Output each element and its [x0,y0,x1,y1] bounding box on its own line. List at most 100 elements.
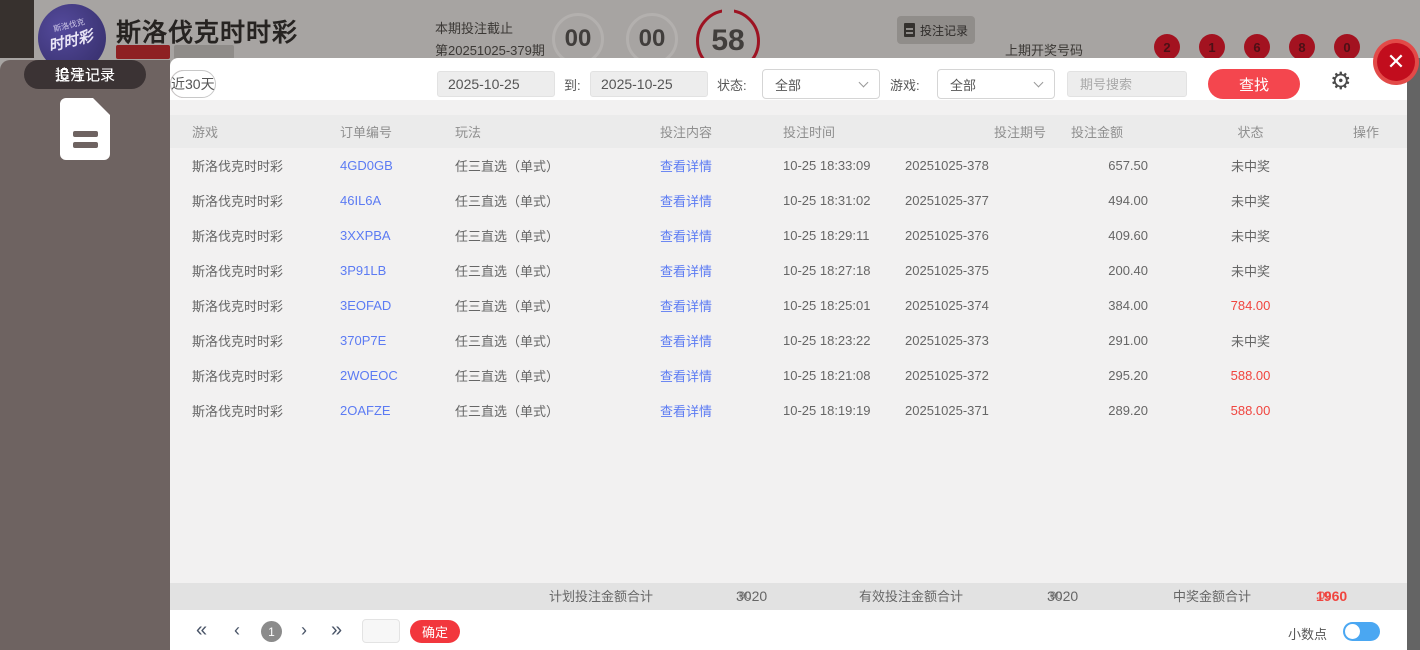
cell-bet-time: 10-25 18:25:01 [783,298,871,313]
cell-bet-time: 10-25 18:23:22 [783,333,871,348]
status-select[interactable]: 全部 [762,69,880,99]
date-to-label: 到: [564,78,581,93]
cell-status: 未中奖 [1230,229,1270,244]
search-button[interactable]: 查找 [1208,69,1300,99]
game-filter-label: 游戏: [890,78,920,93]
table-body: 斯洛伐克时时彩 4GD0GB 任三直选（单式） 查看详情 10-25 18:33… [170,148,1407,428]
bet-deadline-label: 本期投注截止 [435,21,514,36]
table-header-cell: 游戏 [192,125,219,140]
obscured-red-button [116,45,170,59]
view-details-link[interactable]: 查看详情 [660,296,783,315]
next-page-button[interactable]: › [301,619,307,641]
table-header-cell: 投注内容 [660,125,713,140]
cell-play-type: 任三直选（单式） [455,264,560,279]
quick-range-button[interactable]: 近30天 [170,70,216,98]
cell-status: 未中奖 [1230,159,1270,174]
table-header-cell: 操作 [1353,125,1380,140]
draw-number-ball: 0 [1334,34,1360,60]
table-header-cell: 状态 [1237,125,1264,140]
table-row: 斯洛伐克时时彩 3EOFAD 任三直选（单式） 查看详情 10-25 18:25… [170,288,1407,323]
table-row: 斯洛伐克时时彩 3XXPBA 任三直选（单式） 查看详情 10-25 18:29… [170,218,1407,253]
first-page-button[interactable]: « [196,619,207,641]
prev-page-button[interactable]: ‹ [234,619,240,641]
table-header-cell: 订单编号 [340,125,393,140]
cell-bet-time: 10-25 18:21:08 [783,368,871,383]
cell-play-type: 任三直选（单式） [455,159,560,174]
cell-status: 784.00 [1230,298,1271,313]
cell-period: 20251025-375 [905,263,989,278]
cell-game: 斯洛伐克时时彩 [192,404,284,419]
view-details-link[interactable]: 查看详情 [660,226,783,245]
cell-period: 20251025-378 [905,158,989,173]
cell-game: 斯洛伐克时时彩 [192,299,284,314]
draw-number-ball: 8 [1289,34,1315,60]
cell-amount: 384.00 [1108,298,1148,313]
sidebar-item[interactable]: 追号记录 [24,60,146,89]
cell-bet-time: 10-25 18:19:19 [783,403,871,418]
cell-status: 未中奖 [1230,264,1270,279]
cell-amount: 657.50 [1108,158,1148,173]
cell-bet-time: 10-25 18:33:09 [783,158,871,173]
cell-play-type: 任三直选（单式） [455,369,560,384]
cell-amount: 295.20 [1108,368,1148,383]
cell-play-type: 任三直选（单式） [455,334,560,349]
order-id-link[interactable]: 3EOFAD [340,298,455,313]
chevron-down-icon [1033,77,1044,88]
game-select-value: 全部 [950,77,977,93]
order-id-link[interactable]: 2OAFZE [340,403,455,418]
order-id-link[interactable]: 370P7E [340,333,455,348]
records-sidebar: 投注记录 追号记录 [0,60,170,650]
table-row: 斯洛伐克时时彩 4GD0GB 任三直选（单式） 查看详情 10-25 18:33… [170,148,1407,183]
order-id-link[interactable]: 3XXPBA [340,228,455,243]
table-header-cell: 投注期号 [993,125,1046,140]
draw-number-ball: 2 [1154,34,1180,60]
win-total-label: 中奖金额合计 [1173,589,1252,604]
last-page-button[interactable]: » [331,619,342,641]
date-to-input[interactable] [590,71,708,97]
cell-amount: 494.00 [1108,193,1148,208]
view-details-link[interactable]: 查看详情 [660,331,783,350]
view-details-link[interactable]: 查看详情 [660,261,783,280]
settings-gear-icon[interactable]: ⚙ [1330,67,1352,96]
cell-amount: 409.60 [1108,228,1148,243]
draw-number-ball: 1 [1199,34,1225,60]
cell-period: 20251025-373 [905,333,989,348]
current-page-badge[interactable]: 1 [261,621,282,642]
decimal-toggle-switch[interactable] [1343,622,1380,641]
planned-total-label: 计划投注金额合计 [549,589,654,604]
cell-bet-time: 10-25 18:31:02 [783,193,871,208]
last-draw-label: 上期开奖号码 [1005,43,1084,58]
table-row: 斯洛伐克时时彩 3P91LB 任三直选（单式） 查看详情 10-25 18:27… [170,253,1407,288]
cell-amount: 200.40 [1108,263,1148,278]
date-from-input[interactable] [437,71,555,97]
table-row: 斯洛伐克时时彩 370P7E 任三直选（单式） 查看详情 10-25 18:23… [170,323,1407,358]
page-confirm-button[interactable]: 确定 [410,620,460,643]
order-id-link[interactable]: 46IL6A [340,193,455,208]
screen: 斯洛伐克 时时彩 斯洛伐克时时彩 本期投注截止 第20251025-379期 0… [0,0,1420,650]
current-period-label: 第20251025-379期 [435,43,545,58]
close-icon: ✕ [1377,43,1415,81]
page-number-input[interactable] [362,619,400,643]
cell-period: 20251025-374 [905,298,989,313]
cell-period: 20251025-376 [905,228,989,243]
period-search-input[interactable] [1067,71,1187,97]
page-header: 斯洛伐克 时时彩 斯洛伐克时时彩 本期投注截止 第20251025-379期 0… [0,0,1420,73]
bet-records-button[interactable]: 投注记录 [897,16,975,44]
decimal-toggle-label: 小数点 [1288,627,1328,642]
vertical-scrollbar[interactable] [1407,58,1420,650]
cell-game: 斯洛伐克时时彩 [192,334,284,349]
order-id-link[interactable]: 4GD0GB [340,158,455,173]
view-details-link[interactable]: 查看详情 [660,401,783,420]
view-details-link[interactable]: 查看详情 [660,156,783,175]
view-details-link[interactable]: 查看详情 [660,191,783,210]
order-id-link[interactable]: 2WOEOC [340,368,455,383]
game-select[interactable]: 全部 [937,69,1055,99]
cell-status: 未中奖 [1230,334,1270,349]
order-id-link[interactable]: 3P91LB [340,263,455,278]
modal-close-button[interactable]: ✕ [1373,39,1419,85]
cell-bet-time: 10-25 18:27:18 [783,263,871,278]
view-details-link[interactable]: 查看详情 [660,366,783,385]
cell-status: 588.00 [1230,403,1271,418]
draw-number-ball: 6 [1244,34,1270,60]
cell-period: 20251025-371 [905,403,989,418]
